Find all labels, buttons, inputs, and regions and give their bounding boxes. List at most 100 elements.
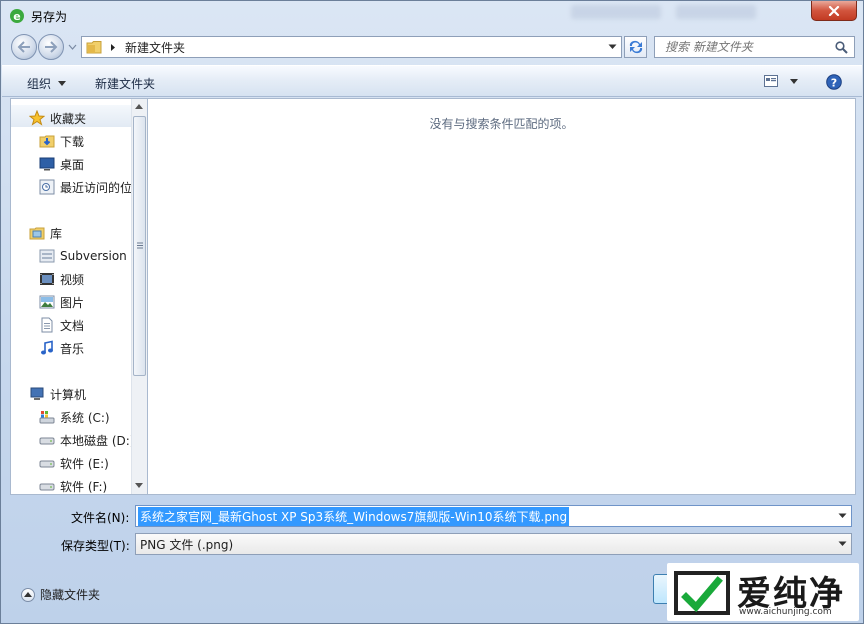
filename-value[interactable]: 系统之家官网_最新Ghost XP Sp3系统_Windows7旗舰版-Win1… <box>138 506 570 526</box>
scroll-up-icon[interactable] <box>135 104 143 109</box>
breadcrumb-current[interactable]: 新建文件夹 <box>125 39 185 56</box>
video-icon <box>40 273 54 285</box>
dropdown-arrow-icon <box>838 541 846 546</box>
hide-folders-toggle[interactable]: 隐藏文件夹 <box>21 586 100 603</box>
drive-icon <box>39 460 55 468</box>
nav-item-label: 软件 (F:) <box>60 479 108 494</box>
breadcrumb-chevron-icon[interactable] <box>110 43 116 52</box>
nav-item-label: 音乐 <box>60 341 85 356</box>
svg-text:e: e <box>13 10 20 23</box>
title-bar[interactable]: e 另存为 <box>1 1 863 31</box>
command-toolbar: 组织 新建文件夹 ? <box>2 65 862 97</box>
watermark-url: www.aichunjing.com <box>739 607 832 617</box>
dropdown-arrow-icon <box>608 44 616 49</box>
folder-icon <box>86 41 102 54</box>
search-input[interactable] <box>663 38 835 56</box>
close-button[interactable] <box>811 1 857 21</box>
organize-menu[interactable]: 组织 <box>27 75 67 92</box>
navigation-buttons <box>11 34 81 60</box>
address-bar[interactable]: 新建文件夹 <box>81 36 622 58</box>
filetype-select[interactable]: PNG 文件 (.png) <box>135 533 852 555</box>
navigation-scrollbar[interactable] <box>131 99 147 494</box>
documents-icon <box>41 317 53 333</box>
star-icon <box>29 110 45 126</box>
blurred-title-area <box>571 5 661 19</box>
address-history-dropdown[interactable] <box>605 40 619 54</box>
forward-arrow-icon <box>45 41 58 53</box>
nav-item-label: Subversion <box>60 249 127 263</box>
nav-item-videos[interactable]: 视频 <box>11 268 132 290</box>
hide-folders-label: 隐藏文件夹 <box>40 588 101 602</box>
empty-results-message: 没有与搜索条件匹配的项。 <box>429 117 574 131</box>
nav-group-label: 计算机 <box>50 387 87 402</box>
nav-item-label: 软件 (E:) <box>60 456 109 471</box>
nav-item-drive-c[interactable]: 系统 (C:) <box>11 406 132 428</box>
drive-icon <box>39 437 55 445</box>
nav-item-label: 图片 <box>60 295 85 310</box>
nav-item-label: 系统 (C:) <box>60 410 110 425</box>
music-icon <box>41 340 53 355</box>
nav-item-documents[interactable]: 文档 <box>11 314 132 336</box>
filetype-value: PNG 文件 (.png) <box>140 537 234 552</box>
collapse-circle <box>21 587 35 602</box>
organize-label: 组织 <box>27 77 52 91</box>
chevron-up-icon <box>24 592 32 597</box>
nav-item-drive-f[interactable]: 软件 (F:) <box>11 475 132 497</box>
nav-item-label: 视频 <box>60 272 85 287</box>
file-list-pane[interactable]: 没有与搜索条件匹配的项。 <box>148 98 856 495</box>
nav-item-label: 桌面 <box>60 157 85 172</box>
scroll-thumb[interactable] <box>133 116 146 376</box>
filetype-label: 保存类型(T): <box>61 539 130 553</box>
refresh-button[interactable] <box>624 36 647 58</box>
watermark: 爱纯净 www.aichunjing.com <box>667 563 859 621</box>
downloads-folder-icon <box>39 135 55 148</box>
filetype-dropdown[interactable] <box>833 534 851 554</box>
refresh-icon <box>629 40 642 54</box>
nav-item-subversion[interactable]: Subversion <box>11 245 132 267</box>
nav-group-computer[interactable]: 计算机 <box>11 383 132 405</box>
view-options-button[interactable] <box>764 75 798 87</box>
nav-item-label: 最近访问的位置 <box>60 180 132 195</box>
navigation-pane[interactable]: 收藏夹 下载 桌面 最近访问的位置 库 Subversion 视频 图片 <box>10 98 148 495</box>
desktop-icon <box>39 157 55 171</box>
nav-item-recent-places[interactable]: 最近访问的位置 <box>11 176 132 198</box>
help-icon[interactable]: ? <box>826 74 842 90</box>
chevron-down-icon <box>790 78 798 84</box>
nav-item-downloads[interactable]: 下载 <box>11 130 132 152</box>
nav-item-label: 文档 <box>60 318 85 333</box>
grip-icon <box>137 242 143 249</box>
forward-button[interactable] <box>38 34 64 60</box>
nav-group-favorites[interactable]: 收藏夹 <box>11 107 132 129</box>
blurred-title-area <box>676 5 756 19</box>
nav-item-label: 下载 <box>60 134 85 149</box>
computer-icon <box>30 387 44 400</box>
nav-item-drive-e[interactable]: 软件 (E:) <box>11 452 132 474</box>
view-icon <box>764 75 778 87</box>
recent-pages-dropdown-icon[interactable] <box>68 43 77 51</box>
back-arrow-icon <box>17 41 30 53</box>
browser-app-icon: e <box>10 9 24 23</box>
drive-icon <box>39 483 55 491</box>
recent-places-icon <box>39 179 55 195</box>
nav-item-drive-d[interactable]: 本地磁盘 (D:) <box>11 429 132 451</box>
nav-item-music[interactable]: 音乐 <box>11 337 132 359</box>
filename-history-dropdown[interactable] <box>833 506 851 526</box>
dropdown-arrow-icon <box>838 513 846 518</box>
filename-label: 文件名(N): <box>71 511 130 525</box>
search-icon[interactable] <box>835 40 848 54</box>
nav-item-pictures[interactable]: 图片 <box>11 291 132 313</box>
watermark-logo-icon <box>674 571 730 615</box>
nav-item-desktop[interactable]: 桌面 <box>11 153 132 175</box>
scroll-down-icon[interactable] <box>135 483 143 488</box>
filename-input[interactable]: 系统之家官网_最新Ghost XP Sp3系统_Windows7旗舰版-Win1… <box>135 505 852 527</box>
chevron-down-icon <box>58 81 67 86</box>
pictures-icon <box>39 295 55 309</box>
back-button[interactable] <box>11 34 37 60</box>
nav-group-libraries[interactable]: 库 <box>11 222 132 244</box>
search-box[interactable] <box>654 36 855 58</box>
nav-group-label: 收藏夹 <box>50 111 87 126</box>
system-drive-icon <box>39 411 55 424</box>
new-folder-button[interactable]: 新建文件夹 <box>95 75 155 92</box>
close-icon <box>828 5 840 16</box>
nav-item-label: 本地磁盘 (D:) <box>60 433 132 448</box>
